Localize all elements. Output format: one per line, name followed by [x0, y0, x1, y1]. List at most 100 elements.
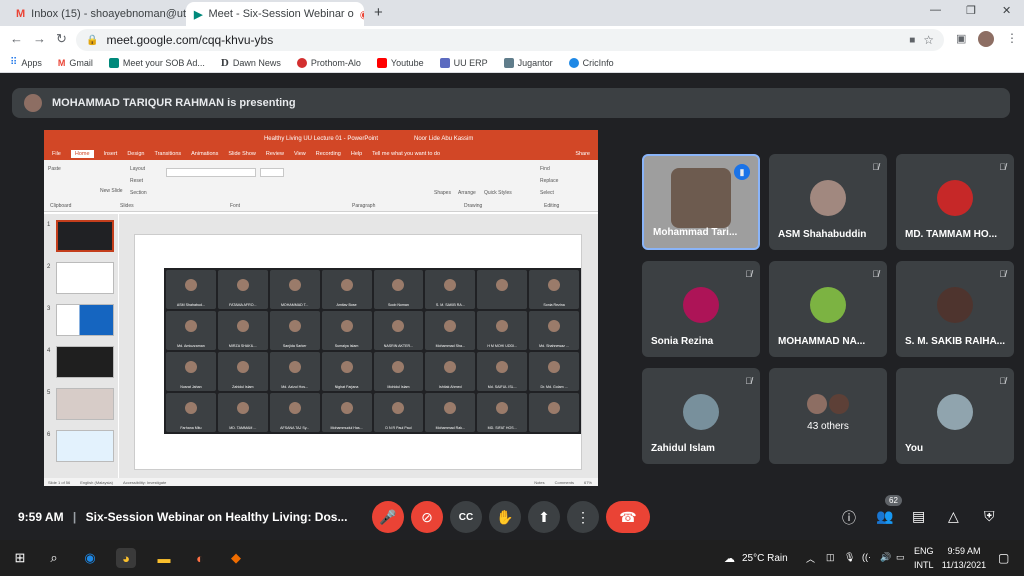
mic-tray-icon[interactable]: 🎙	[844, 552, 855, 563]
bookmark-jugantor[interactable]: Jugantor	[503, 57, 553, 68]
participant-tile[interactable]: 🎙̸ Sonia Rezina	[642, 261, 760, 357]
slide-thumb-6[interactable]	[56, 430, 114, 462]
language-indicator[interactable]: ENG	[914, 546, 934, 556]
battery-icon[interactable]: ▭	[896, 552, 905, 563]
slide-thumb-2[interactable]	[56, 262, 114, 294]
ppt-tab-home[interactable]: Home	[70, 150, 94, 158]
notifications-icon[interactable]: ▢	[998, 551, 1009, 565]
camera-icon[interactable]: ■	[909, 35, 915, 46]
reload-icon[interactable]: ↻	[56, 31, 67, 47]
participant-tile[interactable]: 🎙̸ ASM Shahabuddin	[769, 154, 887, 250]
sidepanel-icon[interactable]: ▣	[956, 32, 966, 45]
tray-chevron-icon[interactable]: ︿	[806, 552, 815, 565]
font-size-box[interactable]	[260, 168, 284, 177]
network-icon[interactable]: ((·	[862, 552, 871, 562]
participant-tile-presenter[interactable]: ▮ Mohammad Tari...	[642, 154, 760, 250]
bookmark-prothom-alo[interactable]: Prothom-Alo	[296, 57, 361, 68]
search-icon[interactable]: ⌕	[44, 548, 64, 568]
participant-tile[interactable]: 🎙̸ Zahidul Islam	[642, 368, 760, 464]
status-accessibility[interactable]: Accessibility: Investigate	[123, 480, 166, 485]
edge-icon[interactable]: ◉	[80, 548, 100, 568]
menu-icon[interactable]: ⋮	[1006, 31, 1018, 45]
ppt-tab-view[interactable]: View	[294, 151, 306, 157]
leave-call-button[interactable]: ☎	[606, 501, 650, 533]
volume-icon[interactable]: 🔊	[880, 552, 891, 563]
ribbon-new-slide[interactable]: New Slide	[100, 188, 123, 194]
ppt-tab-insert[interactable]: Insert	[104, 151, 118, 157]
ribbon-section[interactable]: Section	[130, 190, 147, 196]
forward-icon[interactable]: →	[33, 31, 46, 46]
clock-time[interactable]: 9:59 AM	[940, 546, 988, 556]
ribbon-find[interactable]: Find	[540, 166, 550, 172]
bookmark-gmail[interactable]: M Gmail	[58, 58, 93, 68]
mic-toggle-button[interactable]: 🎤	[372, 501, 404, 533]
ppt-tab-review[interactable]: Review	[266, 151, 284, 157]
bookmark-dawn[interactable]: D Dawn News	[221, 57, 281, 69]
new-tab-button[interactable]: +	[374, 4, 383, 21]
tab-meet[interactable]: ▶ Meet - Six-Session Webinar o ◉ ✕	[186, 2, 364, 26]
clock-date[interactable]: 11/13/2021	[934, 560, 994, 570]
more-options-button[interactable]: ⋮	[567, 501, 599, 533]
tab-inbox[interactable]: M Inbox (15) - shoayebnoman@utt ✕	[8, 2, 186, 26]
bookmark-uu-erp[interactable]: UU ERP	[439, 57, 488, 68]
chrome-icon[interactable]: ◕	[116, 548, 136, 568]
ppt-tab-help[interactable]: Help	[351, 151, 362, 157]
close-window-button[interactable]: ✕	[1002, 4, 1011, 17]
chat-icon[interactable]: ▤	[912, 508, 925, 525]
bookmark-apps[interactable]: ⠿ Apps	[10, 57, 42, 68]
ribbon-select[interactable]: Select	[540, 190, 554, 196]
windows-start-icon[interactable]: ⊞	[10, 548, 30, 568]
star-icon[interactable]: ☆	[923, 33, 934, 47]
language-layout[interactable]: INTL	[914, 560, 934, 570]
status-zoom[interactable]: 67%	[584, 480, 592, 485]
host-controls-icon[interactable]: ⛨	[984, 508, 995, 525]
camera-toggle-button[interactable]: ⊘	[411, 501, 443, 533]
ppt-share[interactable]: Share	[575, 151, 590, 157]
ribbon-paste[interactable]: Paste	[48, 166, 61, 172]
activities-icon[interactable]: △	[948, 508, 959, 525]
address-bar[interactable]: 🔒 meet.google.com/cqq-khvu-ybs ■ ☆	[76, 29, 944, 51]
ribbon-replace[interactable]: Replace	[540, 178, 558, 184]
firefox-icon[interactable]: ◐	[190, 548, 210, 568]
ppt-tab-slideshow[interactable]: Slide Show	[228, 151, 256, 157]
participant-tile[interactable]: 🎙̸ S. M. SAKIB RAIHA...	[896, 261, 1014, 357]
file-explorer-icon[interactable]: ▬	[154, 548, 174, 568]
ppt-tab-transitions[interactable]: Transitions	[154, 151, 181, 157]
captions-button[interactable]: CC	[450, 501, 482, 533]
ppt-tab-animations[interactable]: Animations	[191, 151, 218, 157]
participant-tile[interactable]: 🎙̸ MOHAMMAD NA...	[769, 261, 887, 357]
slide-thumb-1[interactable]	[56, 220, 114, 252]
present-button[interactable]: ⬆	[528, 501, 560, 533]
ribbon-arrange[interactable]: Arrange	[458, 190, 476, 196]
back-icon[interactable]: ←	[10, 31, 23, 46]
ribbon-shapes[interactable]: Shapes	[434, 190, 451, 196]
bookmark-cricinfo[interactable]: CricInfo	[568, 57, 614, 68]
profile-avatar[interactable]	[978, 31, 994, 47]
ppt-tell-me[interactable]: Tell me what you want to do	[372, 151, 440, 157]
participant-tile[interactable]: 🎙̸ MD. TAMMAM HO...	[896, 154, 1014, 250]
font-name-box[interactable]	[166, 168, 256, 177]
self-tile[interactable]: 🎙̸ You	[896, 368, 1014, 464]
security-icon[interactable]: ◫	[826, 552, 835, 563]
others-tile[interactable]: 43 others	[769, 368, 887, 464]
app-icon[interactable]: ◆	[226, 548, 246, 568]
slide-thumb-5[interactable]	[56, 388, 114, 420]
status-notes[interactable]: Notes	[534, 480, 544, 485]
people-icon[interactable]: 👥	[876, 508, 893, 525]
bookmark-meet[interactable]: Meet your SOB Ad...	[108, 57, 205, 68]
ribbon-quick-styles[interactable]: Quick Styles	[484, 190, 512, 196]
ppt-tab-recording[interactable]: Recording	[316, 151, 341, 157]
ribbon-reset[interactable]: Reset	[130, 178, 143, 184]
maximize-button[interactable]: ❐	[966, 4, 976, 17]
status-comments[interactable]: Comments	[555, 480, 574, 485]
slide-thumb-3[interactable]	[56, 304, 114, 336]
slide-thumb-4[interactable]	[56, 346, 114, 378]
ppt-tab-file[interactable]: File	[52, 151, 61, 157]
minimize-button[interactable]: —	[930, 4, 941, 16]
ribbon-layout[interactable]: Layout	[130, 166, 145, 172]
raise-hand-button[interactable]: ✋	[489, 501, 521, 533]
info-icon[interactable]: ⓘ	[842, 508, 856, 528]
ppt-tab-design[interactable]: Design	[127, 151, 144, 157]
weather-text[interactable]: 25°C Rain	[742, 553, 788, 564]
bookmark-youtube[interactable]: Youtube	[376, 57, 424, 68]
